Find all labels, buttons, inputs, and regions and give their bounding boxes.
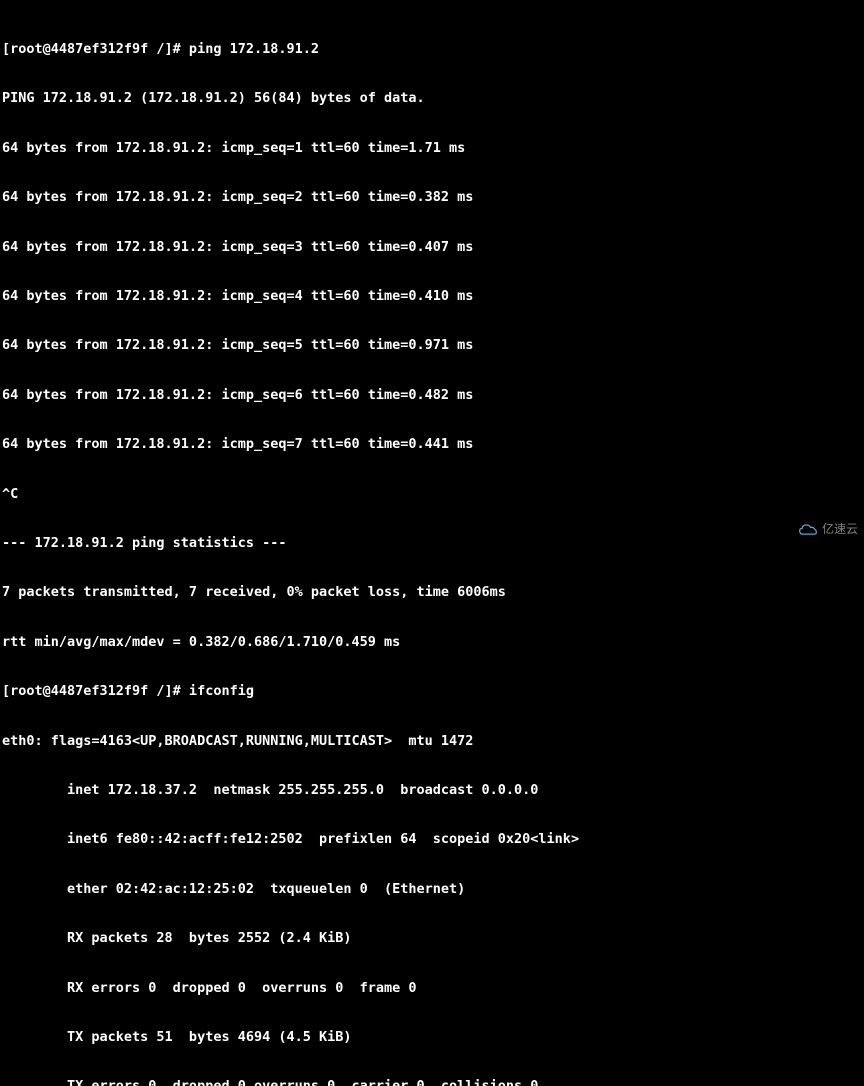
terminal-line: ether 02:42:ac:12:25:02 txqueuelen 0 (Et…	[2, 881, 864, 897]
terminal-line: ^C	[2, 486, 864, 502]
terminal-line: --- 172.18.91.2 ping statistics ---	[2, 535, 864, 551]
terminal-output[interactable]: [root@4487ef312f9f /]# ping 172.18.91.2 …	[0, 8, 864, 1086]
terminal-line: 64 bytes from 172.18.91.2: icmp_seq=6 tt…	[2, 387, 864, 403]
cloud-icon	[798, 523, 818, 537]
watermark: 亿速云	[798, 522, 858, 537]
terminal-line: RX packets 28 bytes 2552 (2.4 KiB)	[2, 930, 864, 946]
terminal-line: [root@4487ef312f9f /]# ifconfig	[2, 683, 864, 699]
terminal-line: inet6 fe80::42:acff:fe12:2502 prefixlen …	[2, 831, 864, 847]
terminal-line: TX errors 0 dropped 0 overruns 0 carrier…	[2, 1078, 864, 1086]
terminal-line: 64 bytes from 172.18.91.2: icmp_seq=1 tt…	[2, 140, 864, 156]
terminal-line: RX errors 0 dropped 0 overruns 0 frame 0	[2, 980, 864, 996]
terminal-line: 64 bytes from 172.18.91.2: icmp_seq=3 tt…	[2, 239, 864, 255]
terminal-line: 7 packets transmitted, 7 received, 0% pa…	[2, 584, 864, 600]
terminal-line: 64 bytes from 172.18.91.2: icmp_seq=5 tt…	[2, 337, 864, 353]
terminal-line: 64 bytes from 172.18.91.2: icmp_seq=7 tt…	[2, 436, 864, 452]
terminal-line: 64 bytes from 172.18.91.2: icmp_seq=4 tt…	[2, 288, 864, 304]
terminal-line: 64 bytes from 172.18.91.2: icmp_seq=2 tt…	[2, 189, 864, 205]
terminal-line: TX packets 51 bytes 4694 (4.5 KiB)	[2, 1029, 864, 1045]
terminal-line: inet 172.18.37.2 netmask 255.255.255.0 b…	[2, 782, 864, 798]
terminal-line: [root@4487ef312f9f /]# ping 172.18.91.2	[2, 41, 864, 57]
watermark-text: 亿速云	[822, 522, 858, 537]
terminal-line: eth0: flags=4163<UP,BROADCAST,RUNNING,MU…	[2, 733, 864, 749]
terminal-line: rtt min/avg/max/mdev = 0.382/0.686/1.710…	[2, 634, 864, 650]
terminal-line: PING 172.18.91.2 (172.18.91.2) 56(84) by…	[2, 90, 864, 106]
